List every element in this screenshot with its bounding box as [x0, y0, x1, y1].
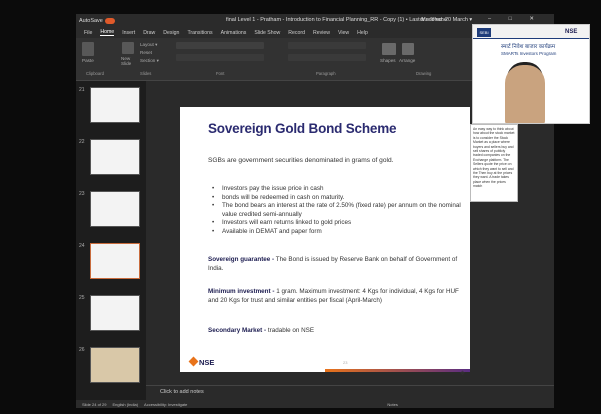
- presenter-video: [505, 65, 545, 123]
- autosave-label: AutoSave: [79, 17, 103, 24]
- language-indicator[interactable]: English (India): [112, 402, 138, 407]
- shapes-icon[interactable]: [382, 43, 396, 55]
- slide-number: 24: [79, 243, 85, 249]
- nse-logo-mark: [188, 356, 199, 367]
- group-label-paragraph: Paragraph: [316, 71, 336, 76]
- minimum-investment-label: Minimum investment -: [208, 288, 275, 295]
- slide-thumbnail[interactable]: [90, 191, 140, 227]
- list-buttons[interactable]: [288, 42, 366, 49]
- secondary-market-paragraph[interactable]: Secondary Market - tradable on NSE: [208, 326, 464, 335]
- tab-view[interactable]: View: [338, 30, 349, 36]
- slide-thumbnail[interactable]: [90, 347, 140, 383]
- accessibility-indicator[interactable]: Accessibility: Investigate: [144, 402, 187, 407]
- autosave-control[interactable]: AutoSave: [79, 17, 115, 24]
- bullet-item: Investors will earn returns linked to go…: [212, 219, 462, 228]
- slide-thumbnail[interactable]: [90, 295, 140, 331]
- minimum-investment-paragraph[interactable]: Minimum investment - 1 gram. Maximum inv…: [208, 287, 464, 305]
- tab-slide-show[interactable]: Slide Show: [254, 30, 280, 36]
- tab-insert[interactable]: Insert: [122, 30, 135, 36]
- tab-draw[interactable]: Draw: [143, 30, 155, 36]
- program-title-english: SMARTs Investors Program: [501, 51, 557, 56]
- slide-number: 25: [79, 295, 85, 301]
- mouse-cursor-icon: ⌖: [460, 368, 466, 378]
- font-format-buttons[interactable]: [176, 54, 264, 61]
- slide-number: 22: [79, 139, 85, 145]
- tab-transitions[interactable]: Transitions: [187, 30, 212, 36]
- slide-number: 26: [79, 347, 85, 353]
- shapes-button[interactable]: Shapes: [380, 58, 396, 63]
- current-slide[interactable]: Sovereign Gold Bond Scheme SGBs are gove…: [180, 107, 470, 372]
- slide-intro[interactable]: SGBs are government securities denominat…: [208, 157, 393, 164]
- new-slide-icon[interactable]: [122, 42, 134, 54]
- tab-design[interactable]: Design: [163, 30, 179, 36]
- guarantee-label: Sovereign guarantee -: [208, 256, 275, 263]
- slide-title[interactable]: Sovereign Gold Bond Scheme: [208, 121, 397, 136]
- paste-button[interactable]: Paste: [82, 58, 94, 63]
- tab-home[interactable]: Home: [100, 29, 115, 36]
- reset-button[interactable]: Reset: [140, 50, 152, 55]
- slide-thumbnail-pane[interactable]: 21 22 23 24 25 26: [76, 81, 146, 400]
- slide-thumbnail-selected[interactable]: [90, 243, 140, 279]
- user-name[interactable]: dr.s lohane: [420, 17, 447, 23]
- arrange-icon[interactable]: [402, 43, 414, 55]
- nse-logo: NSE: [188, 356, 215, 367]
- secondary-market-text: tradable on NSE: [266, 327, 315, 334]
- program-title-hindi: स्मार्ट निवेश बाजार कार्यक्रम: [501, 44, 556, 50]
- webcam-nse-logo: NSE: [565, 29, 578, 35]
- guarantee-paragraph[interactable]: Sovereign guarantee - The Bond is issued…: [208, 255, 464, 273]
- group-label-font: Font: [216, 71, 225, 76]
- paste-icon[interactable]: [82, 42, 94, 56]
- slide-counter: Slide 24 of 29: [82, 401, 107, 407]
- bullet-item: Available in DEMAT and paper form: [212, 228, 462, 237]
- bullet-item: bonds will be redeemed in cash on maturi…: [212, 194, 462, 203]
- tab-animations[interactable]: Animations: [221, 30, 247, 36]
- footer-gradient-bar: [325, 369, 470, 372]
- notes-pane[interactable]: Click to add notes: [146, 385, 554, 396]
- bullet-list[interactable]: Investors pay the issue price in cash bo…: [212, 185, 462, 237]
- tab-file[interactable]: File: [84, 30, 92, 36]
- group-label-drawing: Drawing: [416, 71, 432, 76]
- slide-thumbnail[interactable]: [90, 87, 140, 123]
- sebi-logo: SEBI: [477, 28, 491, 37]
- font-family-select[interactable]: [176, 42, 264, 49]
- chat-overlay: An easy way to think about how about the…: [470, 124, 518, 202]
- new-slide-button[interactable]: New Slide: [121, 56, 137, 66]
- slide-page-number: 23: [343, 360, 348, 365]
- bullet-item: The bond bears an interest at the rate o…: [212, 202, 462, 219]
- bullet-item: Investors pay the issue price in cash: [212, 185, 462, 194]
- webcam-overlay: SEBI NSE स्मार्ट निवेश बाजार कार्यक्रम S…: [472, 24, 590, 124]
- arrange-button[interactable]: Arrange: [399, 58, 415, 63]
- layout-button[interactable]: Layout ▾: [140, 42, 157, 48]
- secondary-market-label: Secondary Market -: [208, 327, 267, 334]
- slide-number: 23: [79, 191, 85, 197]
- alignment-buttons[interactable]: [288, 54, 366, 61]
- status-bar: Slide 24 of 29 English (India) Accessibi…: [76, 400, 554, 408]
- tab-review[interactable]: Review: [313, 30, 330, 36]
- slide-number: 21: [79, 87, 85, 93]
- window-controls[interactable]: – □ ✕: [488, 16, 542, 22]
- autosave-toggle[interactable]: [104, 17, 115, 24]
- section-button[interactable]: Section ▾: [140, 58, 159, 64]
- group-label-clipboard: Clipboard: [86, 71, 104, 76]
- group-label-slides: Slides: [140, 71, 152, 76]
- tab-record[interactable]: Record: [288, 30, 305, 36]
- webcam-header: SEBI NSE: [473, 25, 589, 39]
- notes-toggle[interactable]: Notes: [387, 402, 397, 407]
- nse-logo-text: NSE: [199, 358, 215, 367]
- tab-help[interactable]: Help: [357, 30, 368, 36]
- slide-thumbnail[interactable]: [90, 139, 140, 175]
